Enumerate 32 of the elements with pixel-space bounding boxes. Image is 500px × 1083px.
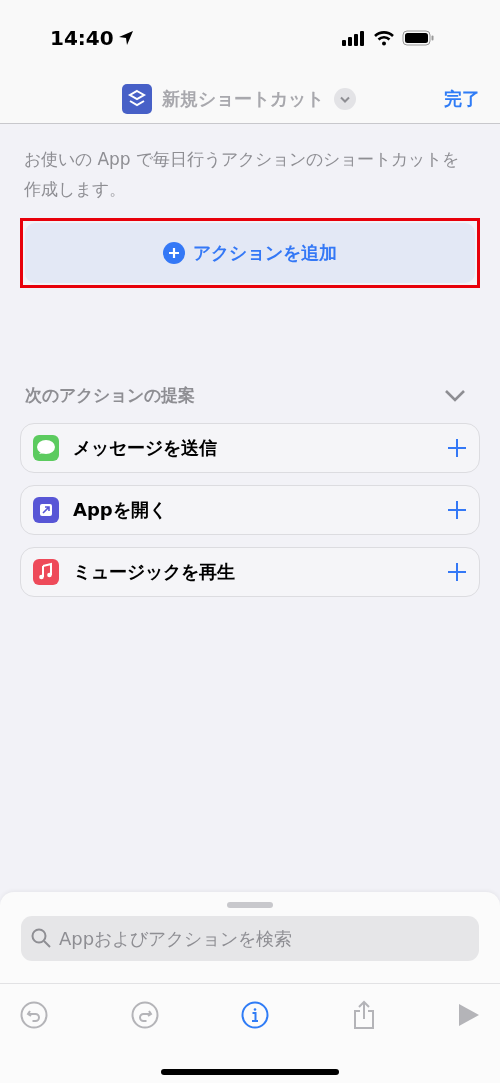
play-icon (458, 1002, 480, 1027)
info-icon (241, 1000, 269, 1029)
music-note-icon (33, 559, 59, 585)
undo-icon (20, 1000, 48, 1029)
plus-circle-icon (163, 242, 185, 264)
chevron-down-icon[interactable] (444, 388, 466, 403)
redo-icon (130, 1000, 159, 1029)
plus-icon[interactable] (447, 438, 467, 458)
plus-icon[interactable] (447, 500, 467, 520)
chevron-down-icon[interactable] (334, 88, 356, 110)
wifi-icon (373, 29, 395, 46)
battery-icon (402, 29, 434, 46)
status-time: 14:40 (50, 25, 114, 50)
suggestion-row[interactable]: ミュージックを再生 (20, 547, 480, 597)
suggestion-label: メッセージを送信 (73, 436, 218, 460)
search-icon (31, 928, 51, 948)
shortcuts-app-icon (122, 84, 152, 114)
plus-icon[interactable] (447, 562, 467, 582)
signal-icon (342, 29, 366, 46)
suggestion-row[interactable]: メッセージを送信 (20, 423, 480, 473)
section-title: 次のアクションの提案 (25, 384, 195, 407)
arrow-square-icon (33, 497, 59, 523)
suggestion-row[interactable]: Appを開く (20, 485, 480, 535)
search-field[interactable]: Appおよびアクションを検索 (21, 916, 479, 961)
suggestion-label: ミュージックを再生 (73, 560, 236, 584)
share-icon (351, 999, 376, 1030)
suggestion-label: Appを開く (73, 498, 168, 522)
location-arrow-icon (117, 29, 134, 46)
description-text: お使いの App で毎日行うアクションのショートカットを作成します。 (24, 148, 461, 201)
chat-bubble-icon (33, 435, 59, 461)
done-button[interactable]: 完了 (444, 87, 480, 111)
info-button[interactable] (241, 1000, 269, 1029)
